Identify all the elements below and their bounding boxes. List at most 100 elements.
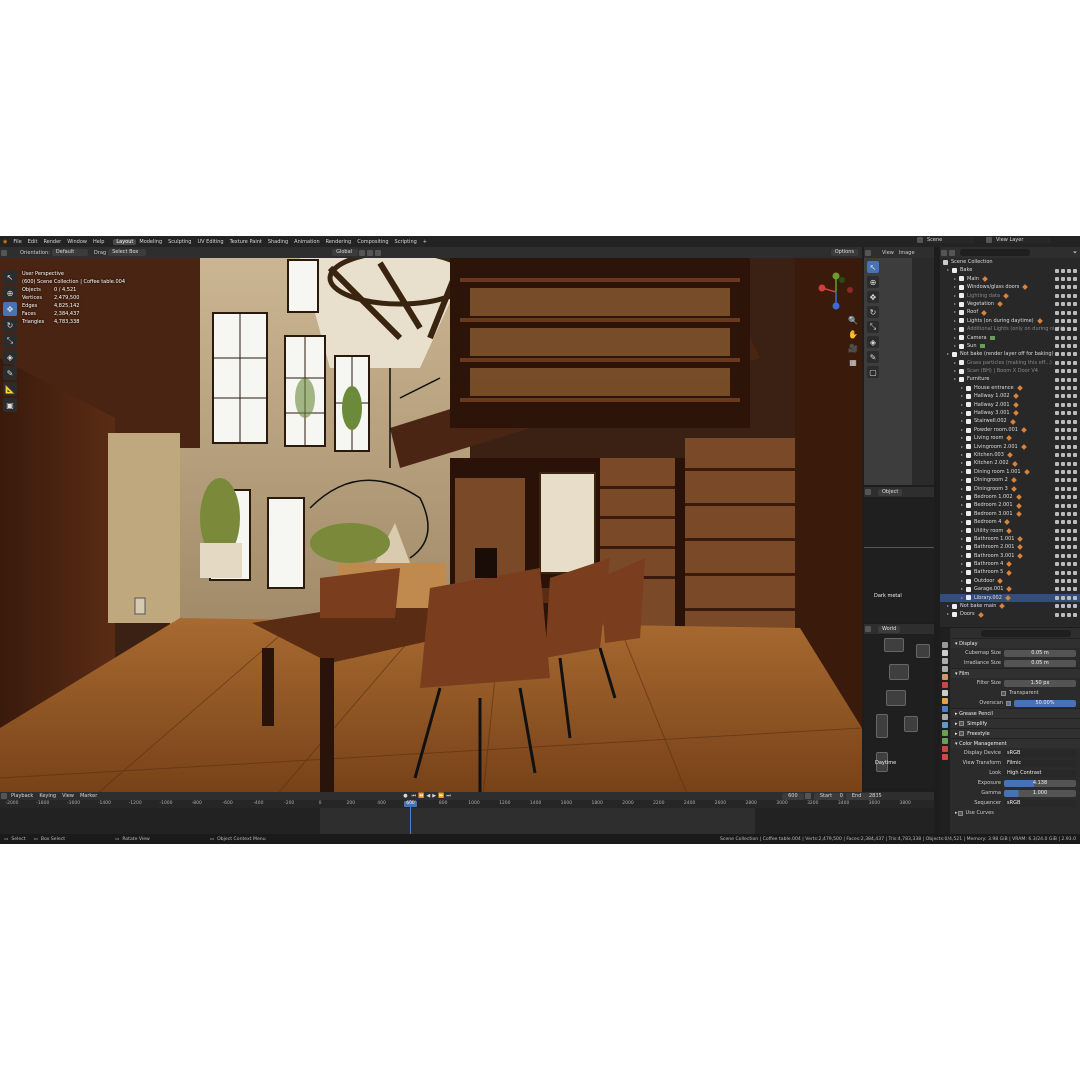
camera-icon[interactable] [1067,595,1071,600]
eye-icon[interactable] [1061,469,1065,474]
move-tool-icon[interactable]: ✥ [3,302,17,316]
uv-menu-image[interactable]: Image [899,250,915,256]
render-icon[interactable] [1073,595,1077,600]
render-icon[interactable] [1073,436,1077,441]
node-3[interactable] [886,690,906,706]
checkbox-icon[interactable] [1055,268,1059,273]
outliner-row[interactable]: ▸ Garage.001 [940,585,1080,593]
outliner-row[interactable]: ▸ Dining room 1.001 [940,468,1080,476]
pan-hand-icon[interactable]: ✋ [848,330,858,340]
jump-key-forward-icon[interactable]: ⏩ [437,793,445,799]
render-icon[interactable] [1073,511,1077,516]
checkbox-icon[interactable] [1055,335,1059,340]
render-icon[interactable] [1073,553,1077,558]
timeline-menu-playback[interactable]: Playback [8,793,36,799]
section-film[interactable]: ▾ Film [951,668,1080,678]
exposure-field[interactable]: 4.138 [1004,779,1076,787]
constraints-props-icon[interactable] [942,730,948,736]
outliner-row[interactable]: ▸ Additional Lights (only on during night… [940,325,1080,333]
outliner-row[interactable]: ▸ Bedroom 2.001 [940,501,1080,509]
outliner-row[interactable]: ▸ Utility room [940,527,1080,535]
eye-icon[interactable] [1061,486,1065,491]
shader-editor-type-icon[interactable] [865,489,871,495]
checkbox-icon[interactable] [1055,520,1059,525]
checkbox-icon[interactable] [1055,419,1059,424]
blender-logo-icon[interactable]: ◉ [0,239,10,245]
preview-range-icon[interactable] [804,793,811,799]
options-dropdown[interactable]: Options [830,249,858,256]
render-icon[interactable] [1073,579,1077,584]
camera-icon[interactable] [1067,318,1071,323]
render-icon[interactable] [1073,604,1077,609]
eye-icon[interactable] [1061,411,1065,416]
render-icon[interactable] [1073,562,1077,567]
render-icon[interactable] [1073,469,1077,474]
render-icon[interactable] [1073,276,1077,281]
checkbox-icon[interactable] [1055,360,1059,365]
eye-icon[interactable] [1061,453,1065,458]
camera-icon[interactable] [1067,461,1071,466]
3d-viewport[interactable]: ↖ ⊕ ✥ ↻ ⤡ ◈ ✎ 📐 ▣ User Perspective (600)… [0,258,862,826]
snap-icon[interactable] [367,249,374,256]
render-icon[interactable] [1073,344,1077,349]
grid-icon[interactable]: ▦ [848,358,858,368]
irradiance-size-field[interactable]: 0.05 m [1004,659,1076,667]
outliner-row[interactable]: ▸ House entrance [940,384,1080,392]
outliner-row[interactable]: ▸ Powder room.001 [940,426,1080,434]
checkbox-icon[interactable] [1055,377,1059,382]
tab-modeling[interactable]: Modeling [136,239,165,245]
pivot-icon[interactable] [359,249,366,256]
camera-icon[interactable] [1067,327,1071,332]
select-cursor-icon[interactable]: ↖ [3,270,17,284]
outliner-row[interactable]: ▸ Kitchen 2.002 [940,459,1080,467]
eye-icon[interactable] [1061,268,1065,273]
timeline-menu-marker[interactable]: Marker [77,793,100,799]
checkbox-icon[interactable] [1055,478,1059,483]
camera-icon[interactable] [1067,537,1071,542]
drag-dropdown[interactable]: Select Box [108,249,147,256]
eye-icon[interactable] [1061,478,1065,483]
outliner-row[interactable]: ▸ Bedroom 1.002 [940,493,1080,501]
checkbox-icon[interactable] [1055,327,1059,332]
camera-icon[interactable] [1067,394,1071,399]
eye-icon[interactable] [1061,352,1065,357]
checkbox-icon[interactable] [1055,562,1059,567]
outliner-row[interactable]: ▸ Hallway 3.001 [940,409,1080,417]
eye-icon[interactable] [1061,436,1065,441]
eye-icon[interactable] [1061,344,1065,349]
outliner-row[interactable]: ▸ Bedroom 4 [940,518,1080,526]
camera-icon[interactable] [1067,386,1071,391]
camera-icon[interactable] [1067,268,1071,273]
camera-icon[interactable] [1067,553,1071,558]
eye-icon[interactable] [1061,276,1065,281]
eye-icon[interactable] [1061,595,1065,600]
render-icon[interactable] [1073,310,1077,315]
uv-canvas[interactable]: ↖ ⊕ ✥ ↻ ⤡ ◈ ✎ ▢ [864,258,934,485]
render-icon[interactable] [1073,411,1077,416]
checkbox-icon[interactable] [1055,344,1059,349]
proportional-edit-icon[interactable] [375,249,382,256]
checkbox-icon[interactable] [1055,545,1059,550]
checkbox-icon[interactable] [1055,553,1059,558]
object-props-icon[interactable] [942,698,948,704]
tool-props-icon[interactable] [942,642,948,648]
outliner-row[interactable]: ▸ Bake [940,266,1080,274]
checkbox-icon[interactable] [1055,587,1059,592]
outliner-row[interactable]: ▸ Stairwell.002 [940,417,1080,425]
checkbox-icon[interactable] [1055,486,1059,491]
camera-icon[interactable] [1067,495,1071,500]
menu-render[interactable]: Render [40,239,64,245]
render-icon[interactable] [1073,612,1077,617]
uv-move-icon[interactable]: ✥ [867,291,879,303]
render-props-icon[interactable] [942,650,948,656]
camera-icon[interactable] [1067,453,1071,458]
checkbox-icon[interactable] [1055,570,1059,575]
checkbox-icon[interactable] [1055,469,1059,474]
eye-icon[interactable] [1061,604,1065,609]
uv-rotate-icon[interactable]: ↻ [867,306,879,318]
checkbox-icon[interactable] [1055,293,1059,298]
camera-icon[interactable] [1067,511,1071,516]
outliner-row[interactable]: ▸ Roof [940,308,1080,316]
properties-search[interactable] [981,629,1071,637]
uv-annotate-icon[interactable]: ✎ [867,351,879,363]
